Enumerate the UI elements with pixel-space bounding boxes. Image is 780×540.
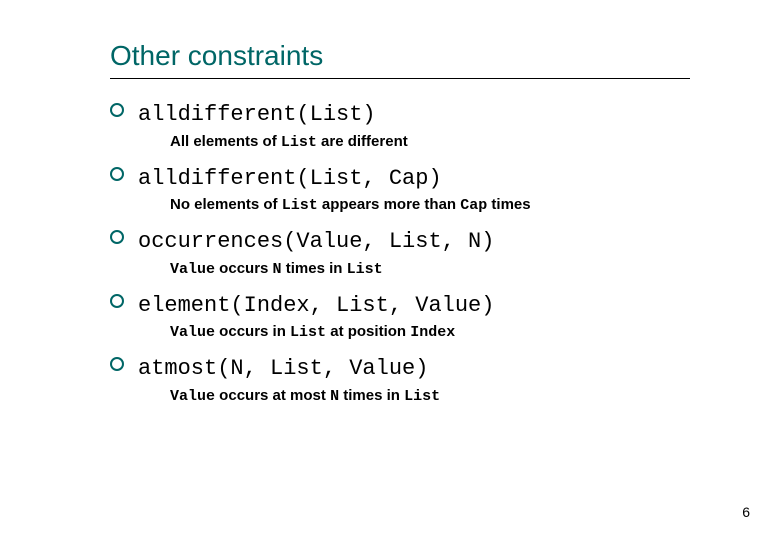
circle-bullet-icon [110, 294, 124, 308]
desc-text: times in [339, 387, 404, 404]
desc-code: Index [410, 324, 455, 341]
desc-text: are different [317, 133, 408, 150]
item-description: All elements of List are different [170, 133, 690, 151]
item-code: element(Index, List, Value) [138, 293, 494, 318]
desc-text: appears more than [318, 196, 461, 213]
desc-code: List [281, 134, 317, 151]
desc-code: N [330, 388, 339, 405]
desc-text: All elements of [170, 133, 281, 150]
list-item: atmost(N, List, Value) [110, 355, 690, 383]
desc-code: List [282, 197, 318, 214]
list-item: alldifferent(List, Cap) [110, 165, 690, 193]
desc-code: Value [170, 261, 215, 278]
desc-text: times [487, 196, 530, 213]
desc-text: occurs in [215, 323, 290, 340]
item-code: alldifferent(List) [138, 102, 376, 127]
title-rule [110, 78, 690, 79]
list-item: element(Index, List, Value) [110, 292, 690, 320]
desc-text: occurs at most [215, 387, 330, 404]
item-code: atmost(N, List, Value) [138, 356, 428, 381]
item-code: alldifferent(List, Cap) [138, 166, 442, 191]
list-item: occurrences(Value, List, N) [110, 228, 690, 256]
item-description: Value occurs N times in List [170, 260, 690, 278]
desc-text: occurs [215, 260, 273, 277]
item-description: Value occurs at most N times in List [170, 387, 690, 405]
desc-code: List [347, 261, 383, 278]
desc-code: List [404, 388, 440, 405]
item-code: occurrences(Value, List, N) [138, 229, 494, 254]
desc-code: Value [170, 388, 215, 405]
item-description: No elements of List appears more than Ca… [170, 196, 690, 214]
list-item: alldifferent(List) [110, 101, 690, 129]
page-number: 6 [742, 504, 750, 520]
circle-bullet-icon [110, 230, 124, 244]
circle-bullet-icon [110, 103, 124, 117]
desc-text: No elements of [170, 196, 282, 213]
circle-bullet-icon [110, 167, 124, 181]
slide: Other constraints alldifferent(List) All… [0, 0, 780, 540]
desc-text: at position [326, 323, 410, 340]
desc-code: List [290, 324, 326, 341]
desc-code: N [273, 261, 282, 278]
circle-bullet-icon [110, 357, 124, 371]
desc-code: Value [170, 324, 215, 341]
desc-text: times in [282, 260, 347, 277]
items-list: alldifferent(List) All elements of List … [110, 101, 690, 405]
desc-code: Cap [460, 197, 487, 214]
item-description: Value occurs in List at position Index [170, 323, 690, 341]
page-title: Other constraints [110, 40, 690, 72]
